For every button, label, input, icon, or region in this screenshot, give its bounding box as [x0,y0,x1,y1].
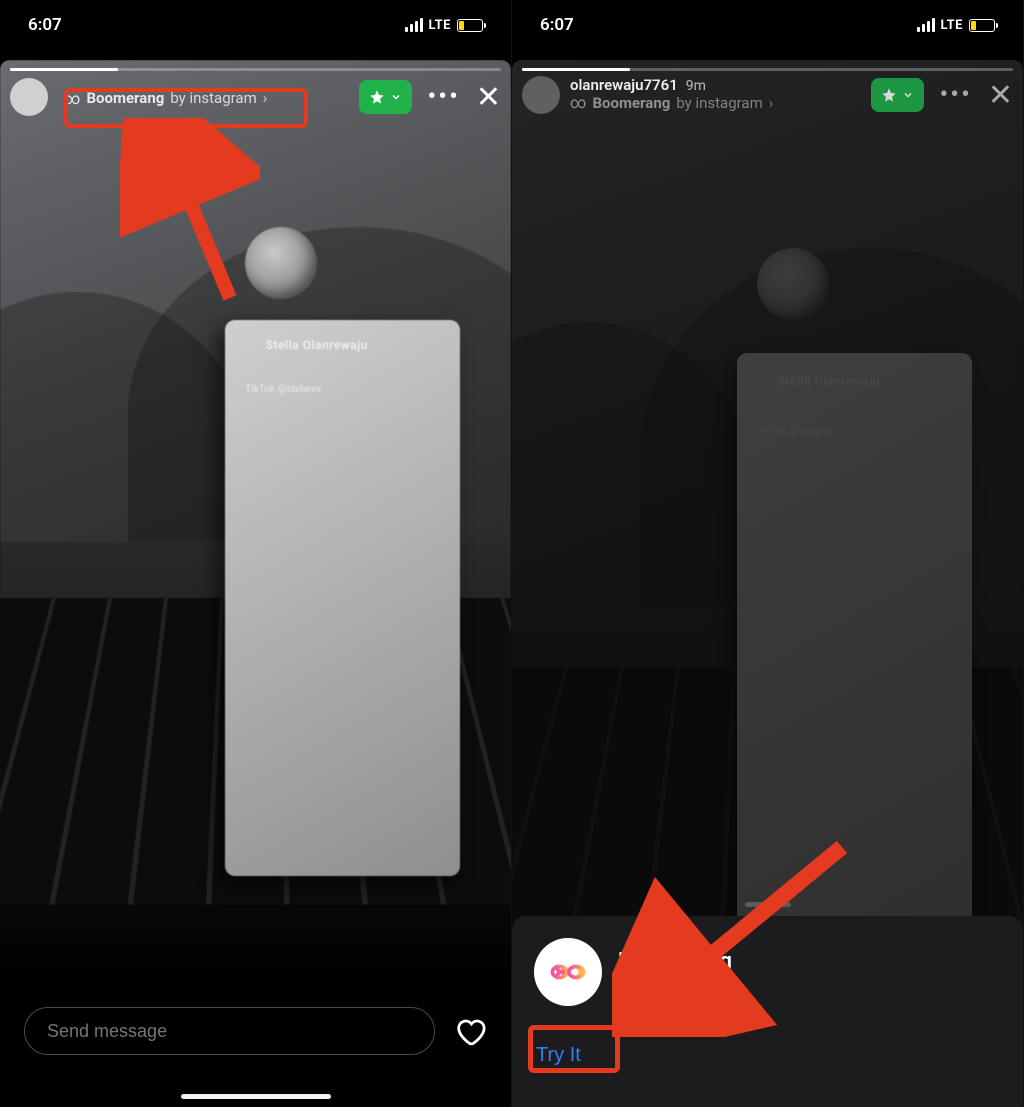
effect-sheet-subtitle: by Instagram [618,976,732,996]
infinity-icon: ∞ [64,90,80,108]
effect-by: by instagram [170,90,256,107]
screenshot-left: 6:07 LTE Stella Olanrewaju TikTok @stela… [0,0,512,1107]
chevron-right-icon: › [263,90,268,107]
username[interactable]: olanrewaju7761 [570,77,678,94]
chevron-down-icon [902,89,914,101]
chevron-down-icon [390,91,402,103]
status-time: 6:07 [28,15,62,35]
try-it-button[interactable]: Try It [534,1038,583,1073]
battery-icon [969,19,995,32]
effect-attribution[interactable]: ∞ Boomerang by instagram › [570,94,773,112]
signal-icon [917,18,935,32]
network-label: LTE [941,18,963,33]
effect-by: by instagram [676,95,762,112]
screenshot-right: 6:07 LTE Stella Olanrewaju TikTok @stela… [512,0,1024,1107]
story-header: 9m ∞ Boomerang by instagram › ••• ✕ [10,78,501,116]
like-button[interactable] [453,1014,487,1048]
effect-sheet-header: Boomerang by Instagram [534,938,1001,1006]
status-right: LTE [917,18,995,33]
story-progress-fill [10,68,118,71]
star-icon [881,87,897,103]
status-time: 6:07 [540,15,574,35]
close-friends-badge[interactable] [359,80,412,114]
ios-status-bar: 6:07 LTE [512,0,1023,50]
effect-sheet-title: Boomerang [618,949,732,974]
story-progress [10,68,501,71]
story-reply-bar [0,987,511,1107]
effect-details-sheet[interactable]: Boomerang by Instagram Try It [512,916,1023,1107]
effect-attribution[interactable]: ∞ Boomerang by instagram › [58,86,277,112]
effect-name: Boomerang [86,90,164,107]
sheet-drag-handle[interactable] [745,902,791,907]
story-progress-fill [522,68,630,71]
signal-icon [405,18,423,32]
infinity-icon [546,950,590,994]
story-viewer[interactable]: Stella Olanrewaju TikTok @stelarex 9m ∞ … [0,60,511,987]
story-viewer[interactable]: Stella Olanrewaju TikTok @stelarex olanr… [512,60,1023,1107]
close-button[interactable]: ✕ [988,78,1013,113]
network-label: LTE [429,18,451,33]
effect-name: Boomerang [592,95,670,112]
battery-icon [457,19,483,32]
star-icon [369,89,385,105]
story-header: olanrewaju7761 9m ∞ Boomerang by instagr… [522,76,1013,114]
close-friends-badge[interactable] [871,78,924,112]
ios-status-bar: 6:07 LTE [0,0,511,50]
story-timestamp: 9m [686,78,706,94]
close-button[interactable]: ✕ [476,80,501,115]
chevron-right-icon: › [769,95,774,112]
story-progress [522,68,1013,71]
infinity-icon: ∞ [570,94,586,112]
avatar[interactable] [10,78,48,116]
effect-app-icon [534,938,602,1006]
reply-input[interactable] [24,1007,435,1055]
story-photo: Stella Olanrewaju TikTok @stelarex [0,60,511,987]
home-indicator[interactable] [181,1094,331,1099]
status-right: LTE [405,18,483,33]
avatar[interactable] [522,76,560,114]
